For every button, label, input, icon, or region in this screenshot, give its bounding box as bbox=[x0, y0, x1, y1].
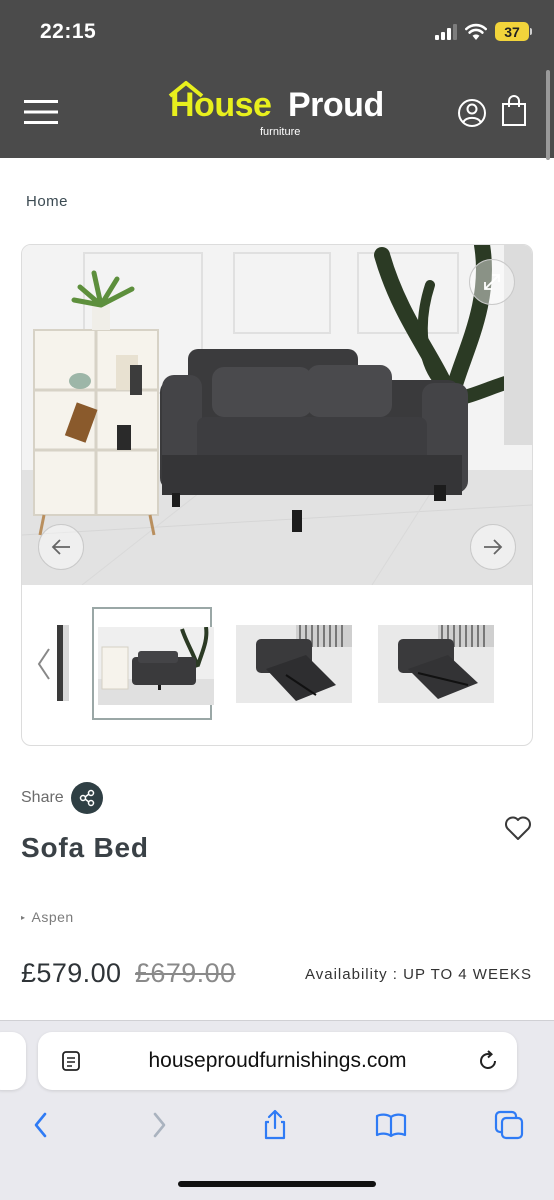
wishlist-heart-icon[interactable] bbox=[504, 815, 532, 841]
page-scrollbar[interactable] bbox=[546, 70, 550, 160]
shopping-bag-icon[interactable] bbox=[500, 95, 528, 127]
product-brand[interactable]: ▸ Aspen bbox=[21, 909, 74, 925]
previous-image-button[interactable] bbox=[38, 524, 84, 570]
user-account-icon[interactable] bbox=[457, 98, 487, 128]
thumbnail-2[interactable] bbox=[236, 625, 352, 703]
forward-icon[interactable] bbox=[142, 1108, 176, 1142]
site-header: House Proud furniture bbox=[0, 68, 554, 158]
expand-image-button[interactable] bbox=[469, 259, 515, 305]
status-time: 22:15 bbox=[40, 20, 97, 43]
share-button[interactable] bbox=[71, 782, 103, 814]
previous-tab-preview[interactable] bbox=[0, 1032, 26, 1090]
hamburger-menu-icon[interactable] bbox=[24, 98, 58, 126]
thumbnail-partial[interactable] bbox=[57, 625, 69, 701]
logo-house-text: House bbox=[170, 86, 272, 124]
product-title: Sofa Bed bbox=[21, 832, 149, 863]
wifi-icon bbox=[465, 23, 487, 40]
brand-label: Aspen bbox=[31, 909, 74, 925]
thumbnail-strip bbox=[22, 595, 532, 735]
original-price: £679.00 bbox=[135, 958, 236, 988]
logo-proud-text: Proud bbox=[288, 86, 384, 124]
chevron-left-icon[interactable] bbox=[36, 647, 52, 681]
availability-status: Availability : UP TO 4 WEEKS bbox=[305, 966, 532, 983]
status-icons: 37 bbox=[435, 22, 532, 41]
cellular-signal-icon bbox=[435, 23, 457, 40]
home-indicator[interactable] bbox=[178, 1181, 376, 1187]
site-logo[interactable]: House Proud furniture bbox=[168, 81, 386, 142]
expand-arrows-icon bbox=[484, 274, 500, 290]
main-product-image[interactable] bbox=[22, 245, 532, 585]
share-icon[interactable] bbox=[258, 1108, 292, 1142]
thumbnail-3[interactable] bbox=[378, 625, 494, 703]
back-icon[interactable] bbox=[26, 1108, 60, 1142]
logo-subtitle: furniture bbox=[260, 126, 301, 138]
arrow-left-icon bbox=[51, 539, 70, 555]
next-image-button[interactable] bbox=[470, 524, 516, 570]
battery-icon: 37 bbox=[495, 22, 532, 41]
url-text: houseproudfurnishings.com bbox=[148, 1049, 407, 1072]
current-price: £579.00 bbox=[21, 958, 122, 988]
share-label: Share bbox=[21, 789, 64, 806]
share-nodes-icon bbox=[79, 789, 95, 807]
arrow-right-icon bbox=[484, 539, 503, 555]
battery-level: 37 bbox=[495, 22, 529, 41]
address-bar[interactable]: houseproudfurnishings.com bbox=[38, 1032, 517, 1090]
bookmarks-icon[interactable] bbox=[374, 1108, 408, 1142]
status-bar: 22:15 37 bbox=[0, 0, 554, 68]
brand-arrow-icon: ▸ bbox=[21, 913, 26, 922]
thumbnail-1[interactable] bbox=[98, 627, 214, 705]
breadcrumb-home[interactable]: Home bbox=[26, 193, 68, 210]
reload-icon[interactable] bbox=[476, 1049, 500, 1073]
sofa-bed-photo bbox=[22, 245, 532, 585]
tabs-icon[interactable] bbox=[492, 1108, 526, 1142]
